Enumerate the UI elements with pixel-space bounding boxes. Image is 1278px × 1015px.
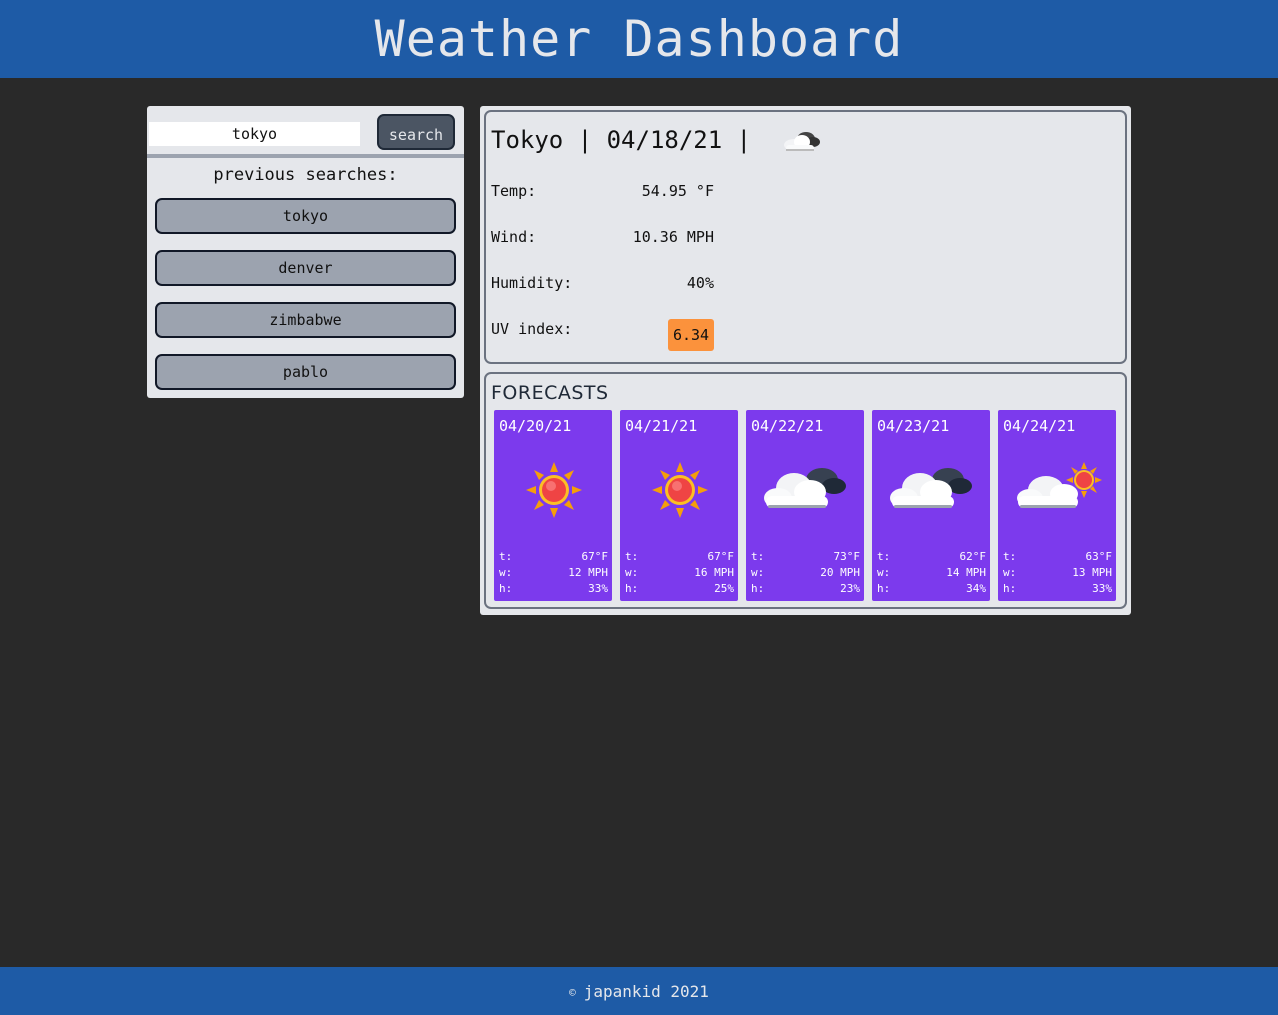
temp-label: t:: [1003, 550, 1017, 563]
forecast-humidity-row: h: 23%: [751, 582, 860, 595]
history-item-pablo[interactable]: pablo: [155, 354, 456, 390]
footer-text: japankid 2021: [583, 981, 709, 1001]
forecast-wind-row: w: 16 MPH: [625, 566, 734, 579]
temp-value: 73°F: [833, 550, 861, 563]
wind-label: w:: [499, 566, 513, 579]
page-title: Weather Dashboard: [374, 10, 904, 68]
uv-badge: 6.34: [668, 319, 714, 351]
wind-value: 20 MPH: [820, 566, 860, 579]
forecast-title: FORECASTS: [491, 382, 609, 404]
wind-label: Wind:: [491, 228, 537, 246]
forecast-wind-row: w: 20 MPH: [751, 566, 860, 579]
forecast-temp-row: t: 63°F: [1003, 550, 1112, 563]
current-weather: Tokyo | 04/18/21 | Temp: 54.95 °F Wind: …: [484, 110, 1127, 364]
previous-searches-title: previous searches:: [213, 165, 398, 185]
forecast-card: 04/21/21 t: 67°F w: 16 MPH h: 25%: [620, 410, 738, 601]
humidity-label: h:: [499, 582, 513, 595]
humidity-value: 33%: [588, 582, 608, 595]
weather-panel: Tokyo | 04/18/21 | Temp: 54.95 °F Wind: …: [480, 106, 1131, 615]
search-row: search: [147, 106, 464, 158]
forecast-card: 04/24/21 t: 63°F w: 13 MPH h: 33%: [998, 410, 1116, 601]
forecast-wind-row: w: 12 MPH: [499, 566, 608, 579]
forecast-humidity-row: h: 34%: [877, 582, 986, 595]
forecast-humidity-row: h: 33%: [1003, 582, 1112, 595]
search-button[interactable]: search: [377, 114, 455, 150]
history-item-zimbabwe[interactable]: zimbabwe: [155, 302, 456, 338]
humidity-value: 40%: [686, 274, 714, 292]
forecast-date: 04/21/21: [625, 417, 698, 435]
forecast-date: 04/22/21: [751, 417, 824, 435]
sun-icon: [526, 462, 582, 518]
copyright-symbol: ©: [569, 985, 576, 999]
forecast-card: 04/20/21 t: 67°F w: 12 MPH h: 33%: [494, 410, 612, 601]
forecast-card: 04/23/21 t: 62°F w: 14 MPH h: 34%: [872, 410, 990, 601]
page-footer: © japankid 2021: [0, 967, 1278, 1015]
forecast-wind-row: w: 13 MPH: [1003, 566, 1112, 579]
forecast-humidity-row: h: 25%: [625, 582, 734, 595]
sun-icon: [652, 462, 708, 518]
forecast-temp-row: t: 62°F: [877, 550, 986, 563]
forecast-date: 04/20/21: [499, 417, 572, 435]
wind-value: 14 MPH: [946, 566, 986, 579]
forecast-temp-row: t: 67°F: [499, 550, 608, 563]
wind-label: w:: [751, 566, 765, 579]
humidity-label: Humidity:: [491, 274, 573, 292]
forecast-temp-row: t: 67°F: [625, 550, 734, 563]
forecast-cards: 04/20/21 t: 67°F w: 12 MPH h: 33% 04/21/…: [494, 410, 1116, 601]
wind-label: w:: [625, 566, 639, 579]
forecast-humidity-row: h: 33%: [499, 582, 608, 595]
forecast-wind-row: w: 14 MPH: [877, 566, 986, 579]
humidity-value: 34%: [966, 582, 986, 595]
wind-value: 16 MPH: [694, 566, 734, 579]
page-header: Weather Dashboard: [0, 0, 1278, 78]
wind-value: 13 MPH: [1072, 566, 1112, 579]
temp-label: Temp:: [491, 182, 537, 200]
temp-label: t:: [625, 550, 639, 563]
partly-cloudy-icon: [1017, 462, 1102, 508]
wind-label: w:: [1003, 566, 1017, 579]
search-panel: search previous searches: tokyo denver z…: [147, 106, 464, 398]
history-list: tokyo denver zimbabwe pablo: [155, 198, 456, 406]
search-input[interactable]: [149, 122, 360, 146]
humidity-value: 33%: [1092, 582, 1112, 595]
temp-value: 62°F: [959, 550, 987, 563]
forecast-section: FORECASTS 04/20/21 t: 67°F w: 12 MPH h: …: [484, 372, 1127, 609]
forecast-card: 04/22/21 t: 73°F w: 20 MPH h: 23%: [746, 410, 864, 601]
humidity-label: h:: [1003, 582, 1017, 595]
humidity-label: h:: [625, 582, 639, 595]
wind-value: 10.36 MPH: [632, 228, 714, 246]
clouds-icon: [890, 468, 972, 508]
forecast-temp-row: t: 73°F: [751, 550, 860, 563]
humidity-value: 25%: [714, 582, 734, 595]
history-item-tokyo[interactable]: tokyo: [155, 198, 456, 234]
wind-label: w:: [877, 566, 891, 579]
temp-label: t:: [877, 550, 891, 563]
temp-value: 63°F: [1085, 550, 1113, 563]
forecast-date: 04/23/21: [877, 417, 950, 435]
humidity-label: h:: [877, 582, 891, 595]
humidity-label: h:: [751, 582, 765, 595]
wind-value: 12 MPH: [568, 566, 608, 579]
history-item-denver[interactable]: denver: [155, 250, 456, 286]
temp-label: t:: [751, 550, 765, 563]
temp-label: t:: [499, 550, 513, 563]
uv-label: UV index:: [491, 320, 573, 338]
temp-value: 67°F: [707, 550, 735, 563]
forecast-date: 04/24/21: [1003, 417, 1076, 435]
current-title: Tokyo | 04/18/21 |: [491, 126, 824, 154]
temp-value: 54.95 °F: [641, 182, 714, 200]
current-title-text: Tokyo | 04/18/21 |: [491, 126, 766, 154]
temp-value: 67°F: [581, 550, 609, 563]
cloud-dark-icon: [783, 132, 820, 151]
clouds-icon: [764, 468, 846, 508]
humidity-value: 23%: [840, 582, 860, 595]
